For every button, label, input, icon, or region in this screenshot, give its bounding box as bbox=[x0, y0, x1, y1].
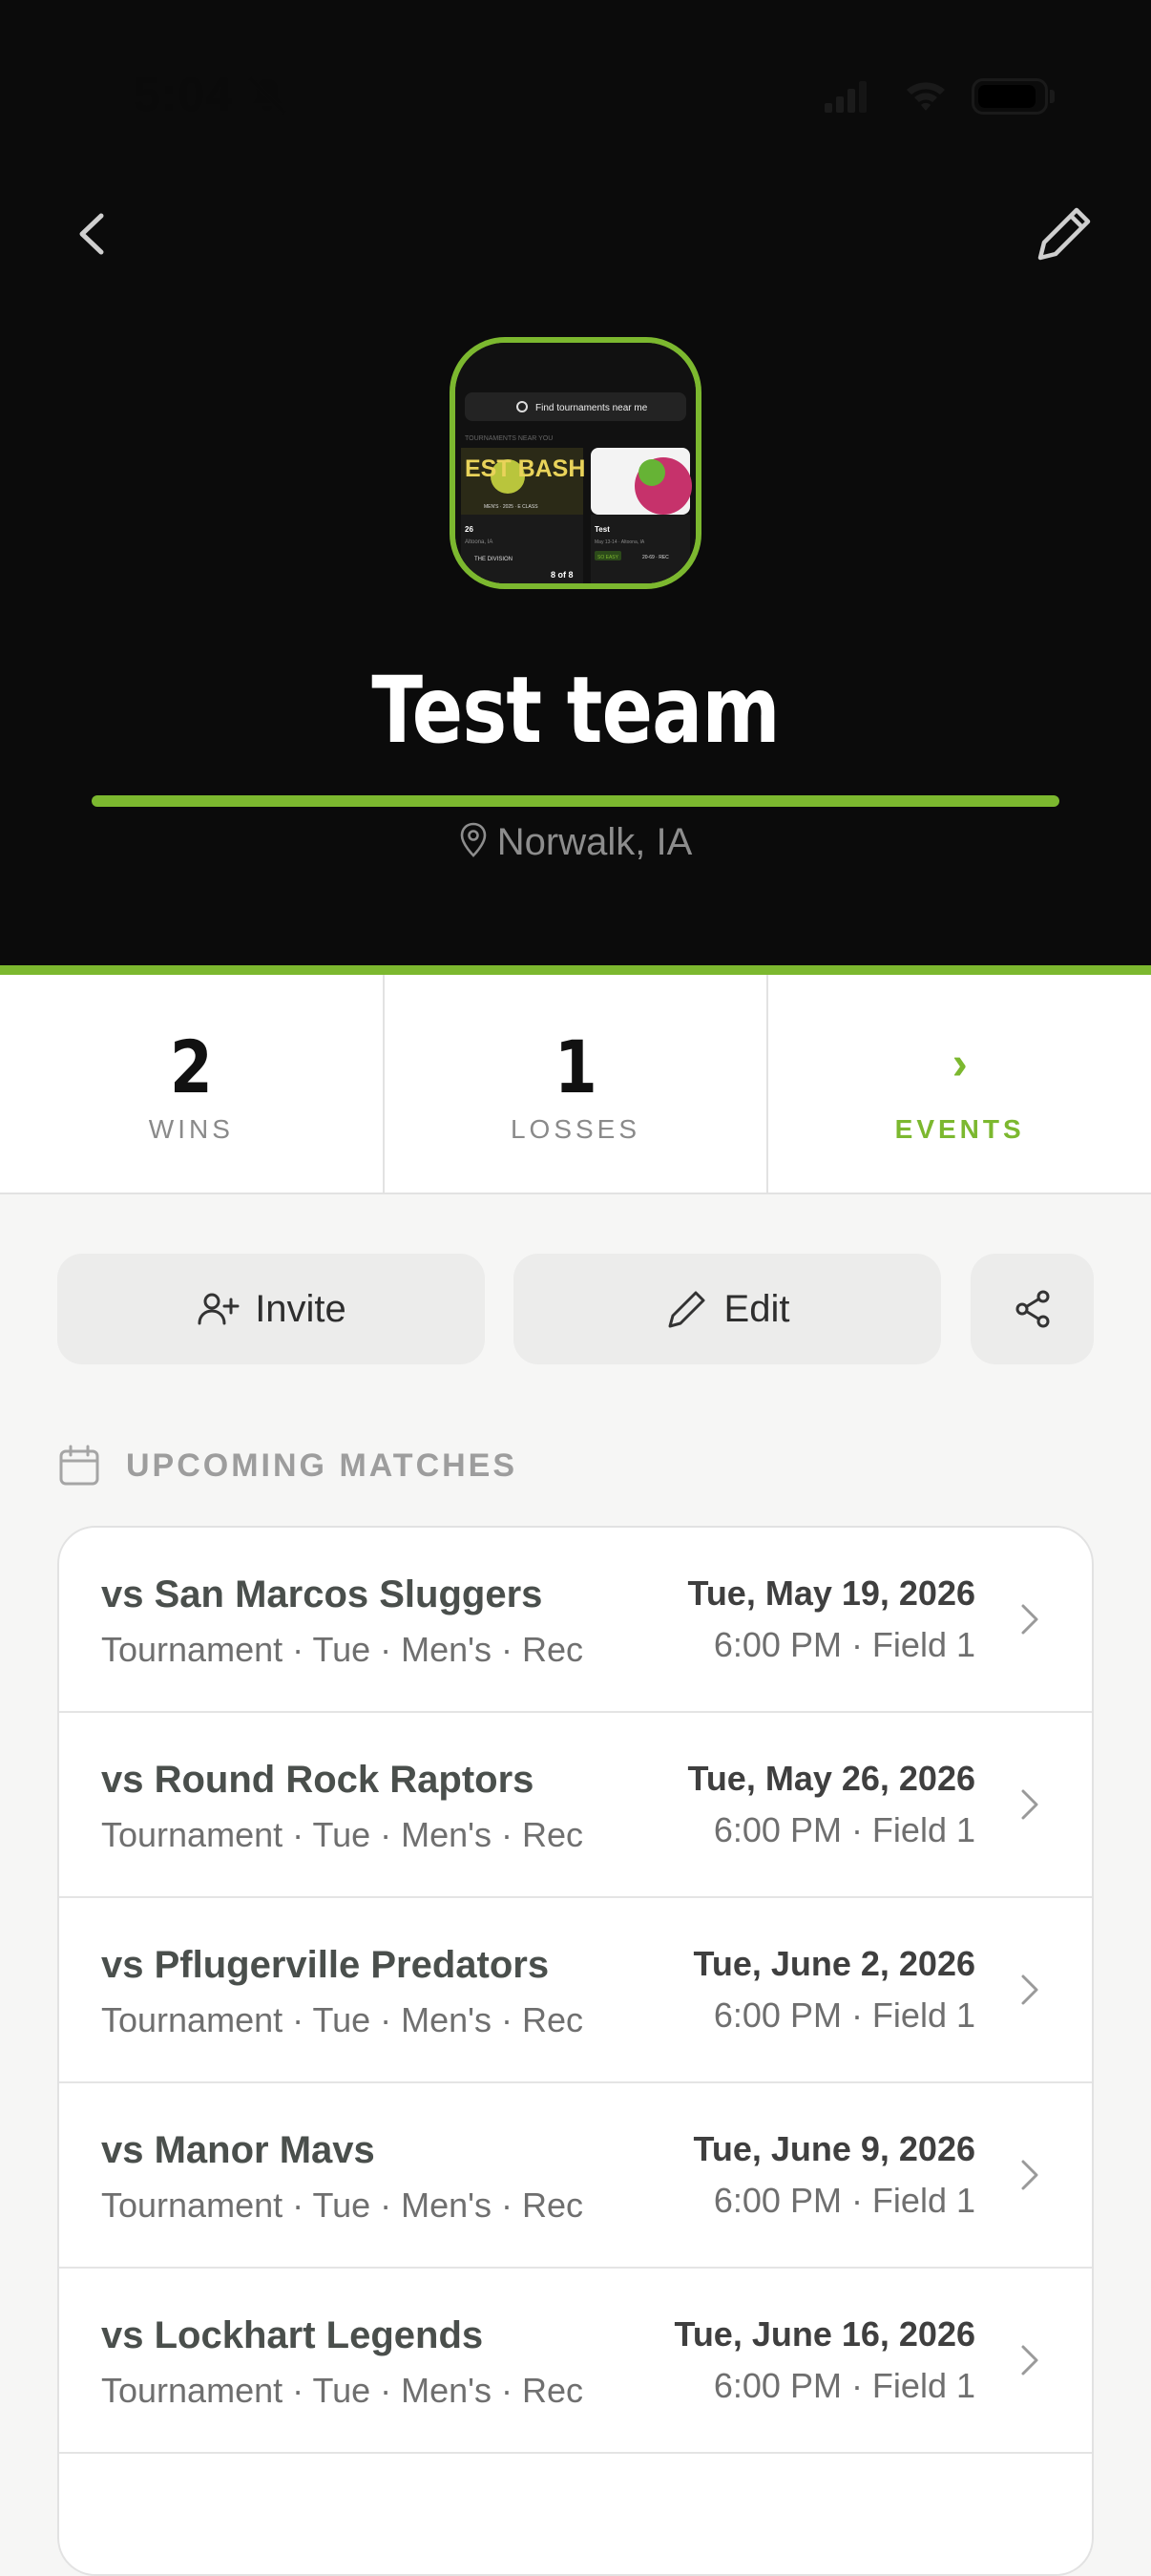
match-opponent: vs Round Rock Raptors bbox=[101, 1759, 534, 1801]
chevron-right-icon bbox=[1021, 1604, 1038, 1635]
share-button[interactable] bbox=[971, 1254, 1094, 1364]
avatar-card1-count: 8 of 8 bbox=[551, 570, 574, 580]
match-time: 6:00 PM · Field 1 bbox=[713, 2181, 975, 2220]
chevron-right-icon bbox=[1021, 2345, 1038, 2375]
invite-label: Invite bbox=[255, 1287, 346, 1330]
stat-losses: 1 LOSSES bbox=[385, 975, 769, 1193]
match-row[interactable]: vs Lockhart Legends Tournament · Tue · M… bbox=[59, 2269, 1092, 2454]
match-opponent: vs Manor Mavs bbox=[101, 2129, 375, 2171]
cellular-signal-icon bbox=[825, 81, 867, 113]
avatar-card1-division: THE DIVISION bbox=[474, 557, 513, 562]
match-details: Tournament · Tue · Men's · Rec bbox=[101, 2371, 584, 2410]
events-chevron-icon: › bbox=[952, 1039, 968, 1089]
match-date: Tue, May 26, 2026 bbox=[687, 1759, 976, 1798]
edit-label: Edit bbox=[723, 1287, 790, 1330]
avatar-card1-title: EST BASH bbox=[465, 455, 585, 482]
upcoming-matches-header: UPCOMING MATCHES bbox=[57, 1444, 517, 1488]
pencil-icon bbox=[668, 1291, 705, 1328]
battery-nub bbox=[1050, 90, 1055, 103]
match-date: Tue, June 9, 2026 bbox=[693, 2129, 975, 2168]
calendar-icon bbox=[59, 1445, 99, 1486]
match-row[interactable]: vs Round Rock Raptors Tournament · Tue ·… bbox=[59, 1713, 1092, 1898]
match-row[interactable]: vs San Marcos Sluggers Tournament · Tue … bbox=[59, 1528, 1092, 1713]
match-date: Tue, June 2, 2026 bbox=[693, 1944, 975, 1983]
wins-value: 2 bbox=[169, 1024, 213, 1109]
avatar-card1-place: Altoona, IA bbox=[465, 539, 492, 545]
map-pin-icon bbox=[460, 822, 487, 857]
avatar-card2-title: Test bbox=[595, 525, 610, 534]
stat-wins: 2 WINS bbox=[0, 975, 385, 1193]
match-details: Tournament · Tue · Men's · Rec bbox=[101, 1815, 584, 1854]
losses-value: 1 bbox=[554, 1024, 597, 1109]
avatar-card1-name: 26 bbox=[465, 525, 473, 534]
bell-slash-icon bbox=[247, 75, 287, 116]
location-text: Norwalk, IA bbox=[496, 821, 693, 863]
matches-list: vs San Marcos Sluggers Tournament · Tue … bbox=[57, 1526, 1094, 2576]
battery-icon bbox=[972, 78, 1048, 115]
pencil-icon[interactable] bbox=[1031, 201, 1098, 267]
wins-label: WINS bbox=[148, 1114, 234, 1144]
avatar-card1-meta: MEN'S · 2025 · E CLASS bbox=[484, 504, 538, 510]
action-bar: Invite Edit bbox=[57, 1254, 1094, 1364]
chevron-right-icon bbox=[1021, 1974, 1038, 2005]
chevron-right-icon bbox=[1021, 1789, 1038, 1820]
match-row[interactable]: vs Pflugerville Predators Tournament · T… bbox=[59, 1898, 1092, 2083]
header-accent-stripe bbox=[0, 965, 1151, 975]
avatar-section-text: TOURNAMENTS NEAR YOU bbox=[465, 435, 553, 442]
match-date: Tue, June 16, 2026 bbox=[674, 2314, 976, 2354]
edit-button[interactable]: Edit bbox=[513, 1254, 941, 1364]
section-title: UPCOMING MATCHES bbox=[126, 1446, 518, 1484]
match-opponent: vs San Marcos Sluggers bbox=[101, 1573, 543, 1615]
team-avatar: Find tournaments near me TOURNAMENTS NEA… bbox=[450, 337, 701, 589]
back-chevron-icon[interactable] bbox=[63, 201, 120, 267]
team-location: Norwalk, IA bbox=[0, 821, 1151, 864]
avatar-search-text: Find tournaments near me bbox=[535, 403, 648, 413]
losses-label: LOSSES bbox=[510, 1114, 641, 1144]
match-row[interactable]: vs Manor Mavs Tournament · Tue · Men's ·… bbox=[59, 2083, 1092, 2269]
avatar-screenshot-image: Find tournaments near me TOURNAMENTS NEA… bbox=[455, 343, 696, 583]
match-date: Tue, May 19, 2026 bbox=[687, 1573, 976, 1613]
team-name: Test team bbox=[371, 657, 780, 764]
match-details: Tournament · Tue · Men's · Rec bbox=[101, 2000, 584, 2039]
match-details: Tournament · Tue · Men's · Rec bbox=[101, 2185, 584, 2225]
add-user-icon bbox=[198, 1293, 240, 1325]
team-stats: 2 WINS 1 LOSSES › EVENTS bbox=[0, 975, 1151, 1194]
invite-button[interactable]: Invite bbox=[57, 1254, 485, 1364]
match-opponent: vs Lockhart Legends bbox=[101, 2314, 484, 2356]
team-name-underline bbox=[92, 795, 1059, 807]
status-time: 5:04 bbox=[134, 68, 234, 121]
share-icon bbox=[1015, 1290, 1049, 1328]
avatar-card2-code: 20-69 · REC bbox=[642, 555, 669, 560]
wifi-icon bbox=[907, 82, 945, 111]
events-label: EVENTS bbox=[894, 1114, 1025, 1144]
avatar-card2-badge: SO EASY bbox=[597, 555, 619, 560]
match-time: 6:00 PM · Field 1 bbox=[713, 2366, 975, 2405]
match-time: 6:00 PM · Field 1 bbox=[713, 1810, 975, 1849]
match-opponent: vs Pflugerville Predators bbox=[101, 1944, 550, 1986]
match-time: 6:00 PM · Field 1 bbox=[713, 1995, 975, 2035]
match-details: Tournament · Tue · Men's · Rec bbox=[101, 1630, 584, 1669]
avatar-card2-date: May 13-14 · Altoona, IA bbox=[595, 539, 645, 545]
match-time: 6:00 PM · Field 1 bbox=[713, 1625, 975, 1664]
stat-events-link[interactable]: › EVENTS bbox=[768, 975, 1151, 1193]
chevron-right-icon bbox=[1021, 2160, 1038, 2190]
